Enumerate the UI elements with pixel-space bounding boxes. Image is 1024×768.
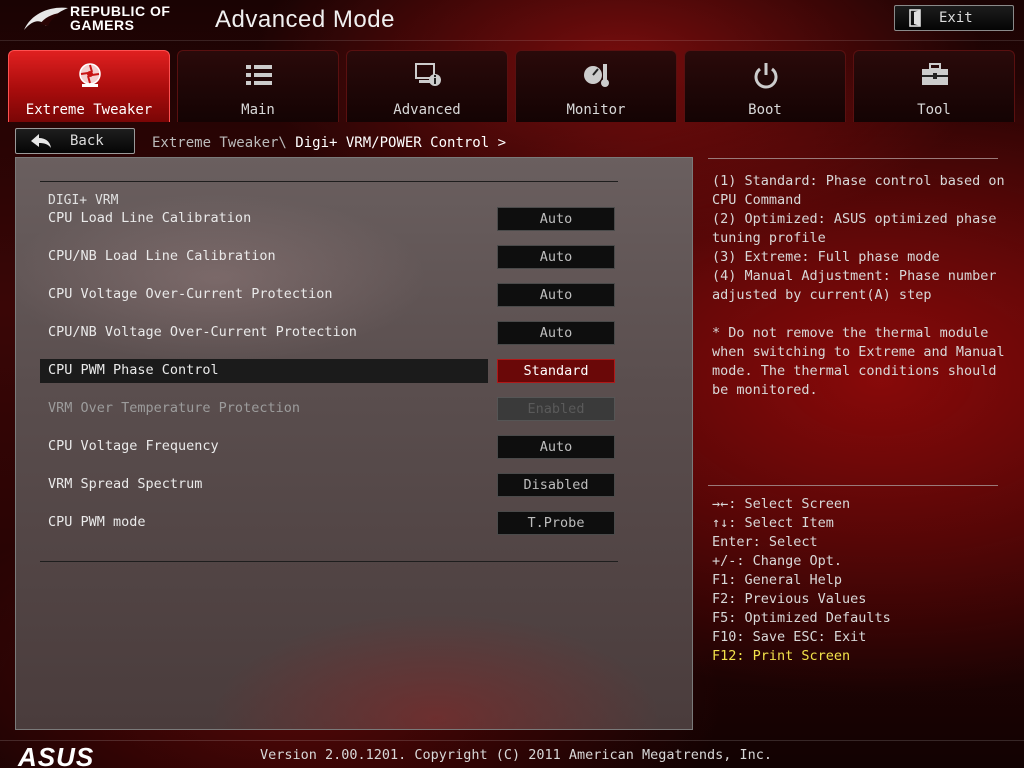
setting-row[interactable]: CPU Load Line Calibration <box>40 207 488 231</box>
help-line: (4) Manual Adjustment: Phase number <box>712 268 997 284</box>
hotkey-line: F10: Save ESC: Exit <box>712 629 867 645</box>
setting-row[interactable]: VRM Spread Spectrum <box>40 473 488 497</box>
setting-label: CPU Voltage Over-Current Protection <box>48 286 333 302</box>
hotkey-legend: →←: Select Screen ↑↓: Select Item Enter:… <box>712 495 891 666</box>
exit-button[interactable]: Exit <box>894 5 1014 31</box>
brand-line-2: GAMERS <box>70 17 135 33</box>
main-tabs: Extreme Tweaker Main Advanced Monitor Bo… <box>8 50 1016 122</box>
help-line: * Do not remove the thermal module <box>712 325 989 341</box>
setting-label: VRM Spread Spectrum <box>48 476 203 492</box>
setting-value-field[interactable]: Disabled <box>497 473 615 497</box>
help-line: (1) Standard: Phase control based on <box>712 173 1005 189</box>
tab-monitor[interactable]: Monitor <box>515 50 677 122</box>
setting-value-field[interactable]: T.Probe <box>497 511 615 535</box>
panel-top-divider <box>40 181 618 182</box>
exit-door-icon <box>909 9 921 27</box>
help-line: tuning profile <box>712 230 826 246</box>
setting-label: CPU PWM mode <box>48 514 146 530</box>
tab-label: Boot <box>748 102 782 118</box>
hotkey-line: F2: Previous Values <box>712 591 867 607</box>
power-icon <box>754 63 778 89</box>
tab-label: Advanced <box>393 102 461 118</box>
hotkey-line: →←: Select Screen <box>712 496 851 512</box>
brand-line-1: REPUBLIC OF <box>70 3 171 19</box>
tab-main[interactable]: Main <box>177 50 339 122</box>
rog-eye-logo-icon <box>24 7 68 30</box>
page-title: Advanced Mode <box>215 6 395 33</box>
setting-value-field[interactable]: Auto <box>497 283 615 307</box>
setting-label: CPU/NB Load Line Calibration <box>48 248 276 264</box>
asus-logo: ASUS <box>18 742 95 768</box>
help-line: (3) Extreme: Full phase mode <box>712 249 940 265</box>
back-label: Back <box>70 133 104 149</box>
breadcrumb-current: Digi+ VRM/POWER Control > <box>295 135 507 151</box>
panel-bottom-divider <box>40 561 618 562</box>
help-line: CPU Command <box>712 192 802 208</box>
hotkey-line: F5: Optimized Defaults <box>712 610 891 626</box>
tab-label: Monitor <box>566 102 626 118</box>
setting-row[interactable]: CPU/NB Voltage Over-Current Protection <box>40 321 488 345</box>
setting-label: VRM Over Temperature Protection <box>48 400 300 416</box>
breadcrumb: Extreme Tweaker\ Digi+ VRM/POWER Control… <box>152 135 506 151</box>
setting-value-field[interactable]: Auto <box>497 207 615 231</box>
hotkey-line: +/-: Change Opt. <box>712 553 843 569</box>
setting-label: CPU Voltage Frequency <box>48 438 219 454</box>
tab-boot[interactable]: Boot <box>684 50 846 122</box>
setting-label: CPU/NB Voltage Over-Current Protection <box>48 324 357 340</box>
setting-value-field[interactable]: Auto <box>497 245 615 269</box>
setting-value-field[interactable]: Auto <box>497 321 615 345</box>
monitor-gauge-icon <box>584 64 609 87</box>
tab-advanced[interactable]: Advanced <box>346 50 508 122</box>
hotkey-line: Enter: Select <box>712 534 818 550</box>
header-divider <box>0 40 1024 41</box>
setting-row[interactable]: CPU/NB Load Line Calibration <box>40 245 488 269</box>
setting-row-disabled: VRM Over Temperature Protection <box>40 397 488 421</box>
header: REPUBLIC OF GAMERS Advanced Mode Exit <box>0 0 1024 46</box>
setting-label: CPU Load Line Calibration <box>48 210 252 226</box>
help-line: be monitored. <box>712 382 818 398</box>
help-line: (2) Optimized: ASUS optimized phase <box>712 211 997 227</box>
hotkey-line: F1: General Help <box>712 572 843 588</box>
help-mid-divider <box>708 485 998 486</box>
hotkey-line: ↑↓: Select Item <box>712 515 834 531</box>
help-line: mode. The thermal conditions should <box>712 363 997 379</box>
setting-row[interactable]: CPU Voltage Over-Current Protection <box>40 283 488 307</box>
setting-label: CPU PWM Phase Control <box>48 362 219 378</box>
list-icon <box>246 65 272 85</box>
advanced-settings-icon <box>415 63 441 86</box>
settings-panel: DIGI+ VRM CPU Load Line Calibration Auto… <box>15 157 693 730</box>
brand-text: REPUBLIC OF GAMERS <box>70 4 170 32</box>
setting-row[interactable]: CPU PWM mode <box>40 511 488 535</box>
tab-label: Tool <box>917 102 951 118</box>
help-line <box>712 305 1012 324</box>
setting-row-selected[interactable]: CPU PWM Phase Control <box>40 359 488 383</box>
footer-divider <box>0 740 1024 741</box>
setting-value-field-selected[interactable]: Standard <box>497 359 615 383</box>
cpu-fan-icon <box>79 63 101 87</box>
back-button[interactable]: Back <box>15 128 135 154</box>
tab-tool[interactable]: Tool <box>853 50 1015 122</box>
help-line: adjusted by current(A) step <box>712 287 932 303</box>
tab-label: Extreme Tweaker <box>25 102 153 118</box>
item-help-text: (1) Standard: Phase control based on CPU… <box>712 172 1012 400</box>
setting-row[interactable]: CPU Voltage Frequency <box>40 435 488 459</box>
exit-label: Exit <box>939 10 973 26</box>
setting-value-field-disabled: Enabled <box>497 397 615 421</box>
tab-label: Main <box>241 102 275 118</box>
help-line: when switching to Extreme and Manual <box>712 344 1005 360</box>
section-title: DIGI+ VRM <box>48 193 119 208</box>
toolbox-icon <box>922 63 948 85</box>
hotkey-line-highlight: F12: Print Screen <box>712 648 851 664</box>
help-top-divider <box>708 158 998 159</box>
tab-extreme-tweaker[interactable]: Extreme Tweaker <box>8 50 170 122</box>
breadcrumb-parent[interactable]: Extreme Tweaker\ <box>152 135 287 151</box>
version-text: Version 2.00.1201. Copyright (C) 2011 Am… <box>260 747 773 763</box>
back-arrow-icon <box>31 134 51 148</box>
setting-value-field[interactable]: Auto <box>497 435 615 459</box>
